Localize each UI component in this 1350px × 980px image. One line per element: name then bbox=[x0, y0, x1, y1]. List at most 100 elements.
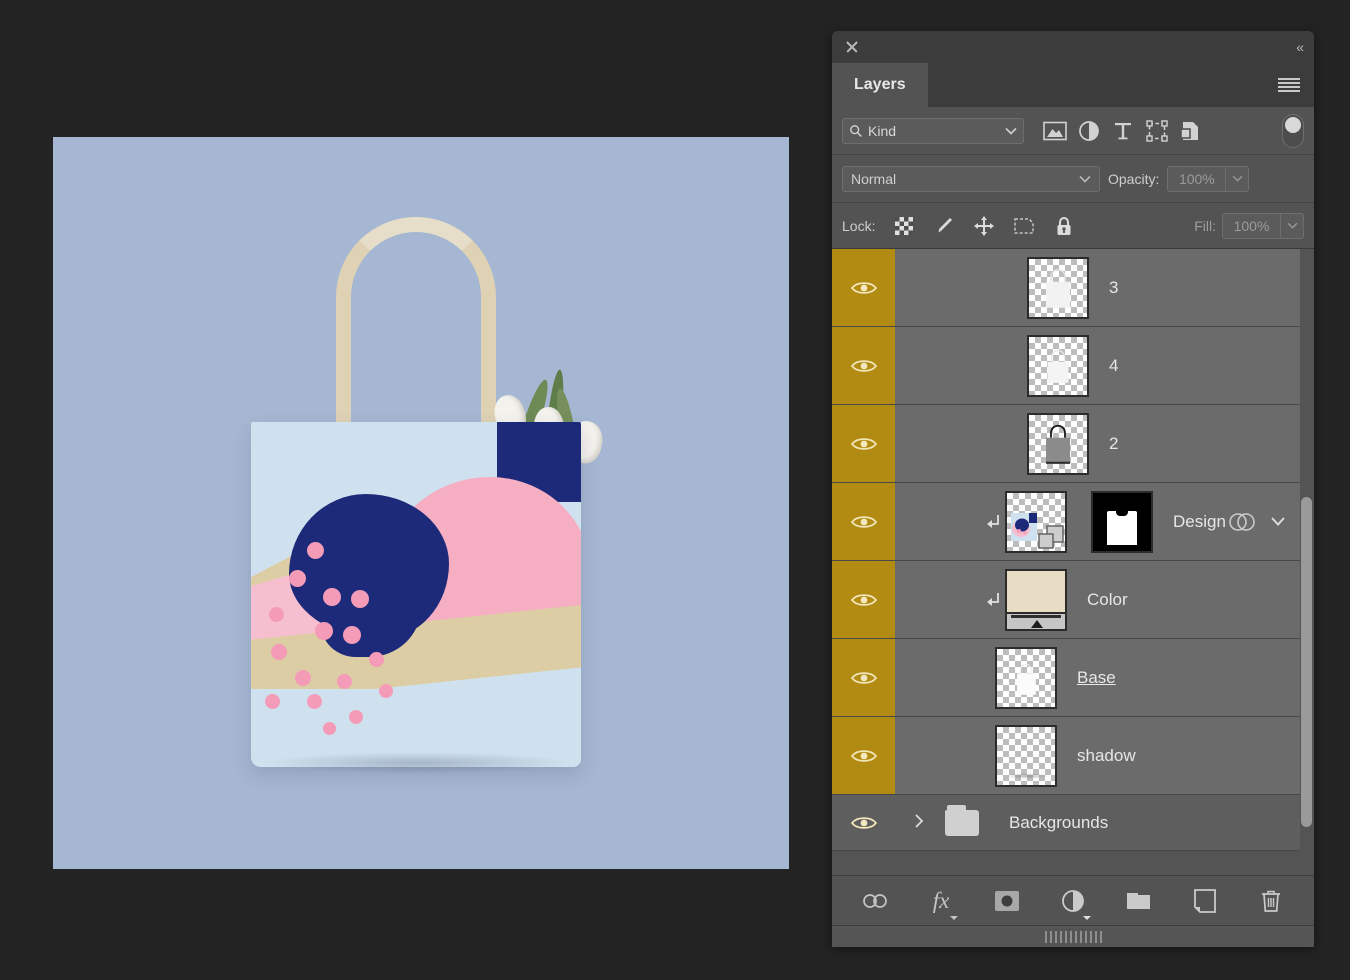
layer-name[interactable]: 4 bbox=[1109, 356, 1118, 376]
layers-vertical-scrollbar[interactable] bbox=[1301, 497, 1312, 827]
document-canvas[interactable] bbox=[53, 137, 789, 869]
filter-kind-select[interactable]: Kind bbox=[842, 118, 1024, 144]
layer-name[interactable]: 2 bbox=[1109, 434, 1118, 454]
filter-shape-layers-icon[interactable] bbox=[1140, 116, 1174, 146]
eye-icon bbox=[851, 670, 877, 686]
filter-kind-label: Kind bbox=[868, 123, 1000, 139]
layer-thumbnail[interactable] bbox=[1027, 413, 1089, 475]
layer-style-button[interactable]: fx bbox=[926, 886, 956, 916]
layer-visibility-toggle[interactable] bbox=[832, 405, 895, 482]
tote-thumb-icon bbox=[1009, 659, 1043, 699]
eye-icon bbox=[851, 514, 877, 530]
panel-titlebar: « bbox=[832, 31, 1314, 63]
layer-mask-thumbnail[interactable] bbox=[1091, 491, 1153, 553]
lock-label: Lock: bbox=[842, 218, 875, 234]
tote-bag-body bbox=[251, 422, 581, 767]
tote-thumb-icon bbox=[1039, 423, 1077, 467]
panel-tabbar: Layers bbox=[832, 63, 1314, 107]
table-row[interactable]: Design bbox=[832, 483, 1300, 561]
opacity-stepper[interactable] bbox=[1225, 166, 1249, 192]
layer-name[interactable]: shadow bbox=[1077, 746, 1136, 766]
table-row[interactable]: 4 bbox=[832, 327, 1300, 405]
chevron-down-icon[interactable] bbox=[1270, 516, 1286, 527]
tab-layers[interactable]: Layers bbox=[832, 63, 928, 107]
fill-stepper[interactable] bbox=[1280, 213, 1304, 239]
table-row[interactable]: Base bbox=[832, 639, 1300, 717]
table-row[interactable]: shadow bbox=[832, 717, 1300, 795]
delete-layer-button[interactable] bbox=[1256, 886, 1286, 916]
eye-icon bbox=[851, 280, 877, 296]
link-icon bbox=[862, 893, 888, 909]
table-row[interactable]: 2 bbox=[832, 405, 1300, 483]
layer-name[interactable]: Design bbox=[1173, 512, 1226, 532]
lock-position-icon[interactable] bbox=[967, 211, 1001, 241]
new-group-button[interactable] bbox=[1124, 886, 1154, 916]
tote-drop-shadow bbox=[263, 752, 573, 774]
lock-all-icon[interactable] bbox=[1047, 211, 1081, 241]
layers-list: 3 bbox=[832, 249, 1300, 875]
layer-visibility-toggle[interactable] bbox=[832, 327, 895, 404]
layer-thumbnail[interactable] bbox=[1005, 491, 1067, 553]
table-row[interactable]: Color bbox=[832, 561, 1300, 639]
table-row[interactable]: Backgrounds bbox=[832, 795, 1300, 851]
eye-icon bbox=[851, 748, 877, 764]
app-root: « Layers Kind bbox=[0, 0, 1350, 980]
folder-icon bbox=[945, 810, 979, 836]
add-layer-mask-button[interactable] bbox=[992, 886, 1022, 916]
panel-resize-grip[interactable] bbox=[832, 925, 1314, 947]
filter-enable-toggle[interactable] bbox=[1282, 114, 1304, 148]
chevron-down-icon bbox=[1079, 175, 1091, 183]
new-adjustment-layer-button[interactable] bbox=[1058, 886, 1088, 916]
layer-name[interactable]: Color bbox=[1087, 590, 1128, 610]
layer-thumbnail[interactable] bbox=[995, 647, 1057, 709]
collapse-double-chevron-icon[interactable]: « bbox=[1296, 39, 1302, 55]
smart-filters-icon[interactable] bbox=[1228, 511, 1256, 533]
chevron-down-icon bbox=[949, 915, 959, 921]
eye-icon bbox=[851, 436, 877, 452]
layer-visibility-toggle[interactable] bbox=[832, 483, 895, 560]
lock-bar: Lock: bbox=[832, 203, 1314, 249]
layers-bottom-toolbar: fx bbox=[832, 875, 1314, 925]
layer-visibility-toggle[interactable] bbox=[832, 561, 895, 638]
tote-thumb-icon bbox=[1039, 267, 1077, 311]
layer-name[interactable]: Base bbox=[1077, 668, 1116, 688]
filter-adjustment-layers-icon[interactable] bbox=[1072, 116, 1106, 146]
layer-thumbnail[interactable] bbox=[995, 725, 1057, 787]
chevron-down-icon bbox=[1005, 127, 1017, 135]
folder-icon bbox=[1126, 890, 1152, 912]
filter-pixel-layers-icon[interactable] bbox=[1038, 116, 1072, 146]
close-icon[interactable] bbox=[844, 39, 860, 55]
opacity-input[interactable]: 100% bbox=[1167, 166, 1225, 192]
eye-icon bbox=[851, 592, 877, 608]
eye-icon bbox=[851, 358, 877, 374]
layers-list-container[interactable]: 3 bbox=[832, 249, 1314, 875]
layer-name[interactable]: 3 bbox=[1109, 278, 1118, 298]
adjustment-circle-icon bbox=[1061, 889, 1085, 913]
opacity-label: Opacity: bbox=[1108, 171, 1159, 187]
table-row[interactable]: 3 bbox=[832, 249, 1300, 327]
clipping-mask-arrow-icon bbox=[983, 591, 1005, 609]
layer-name[interactable]: Backgrounds bbox=[1009, 813, 1108, 833]
lock-transparent-pixels-icon[interactable] bbox=[887, 211, 921, 241]
mask-icon bbox=[994, 890, 1020, 912]
blend-opacity-bar: Normal Opacity: 100% bbox=[832, 155, 1314, 203]
filter-smart-object-layers-icon[interactable] bbox=[1174, 116, 1208, 146]
lock-artboard-nesting-icon[interactable] bbox=[1007, 211, 1041, 241]
blend-mode-select[interactable]: Normal bbox=[842, 166, 1100, 192]
layer-thumbnail[interactable] bbox=[1005, 569, 1067, 631]
layer-visibility-toggle[interactable] bbox=[832, 795, 895, 850]
tote-handle-highlight bbox=[336, 217, 496, 452]
fill-input[interactable]: 100% bbox=[1222, 213, 1280, 239]
lock-image-pixels-icon[interactable] bbox=[927, 211, 961, 241]
new-layer-button[interactable] bbox=[1190, 886, 1220, 916]
layer-visibility-toggle[interactable] bbox=[832, 639, 895, 716]
filter-bar: Kind bbox=[832, 107, 1314, 155]
layer-thumbnail[interactable] bbox=[1027, 335, 1089, 397]
filter-type-layers-icon[interactable] bbox=[1106, 116, 1140, 146]
panel-menu-icon[interactable] bbox=[1278, 78, 1300, 92]
link-layers-button[interactable] bbox=[860, 886, 890, 916]
layer-visibility-toggle[interactable] bbox=[832, 249, 895, 326]
chevron-right-icon[interactable] bbox=[907, 813, 931, 833]
layer-thumbnail[interactable] bbox=[1027, 257, 1089, 319]
layer-visibility-toggle[interactable] bbox=[832, 717, 895, 794]
